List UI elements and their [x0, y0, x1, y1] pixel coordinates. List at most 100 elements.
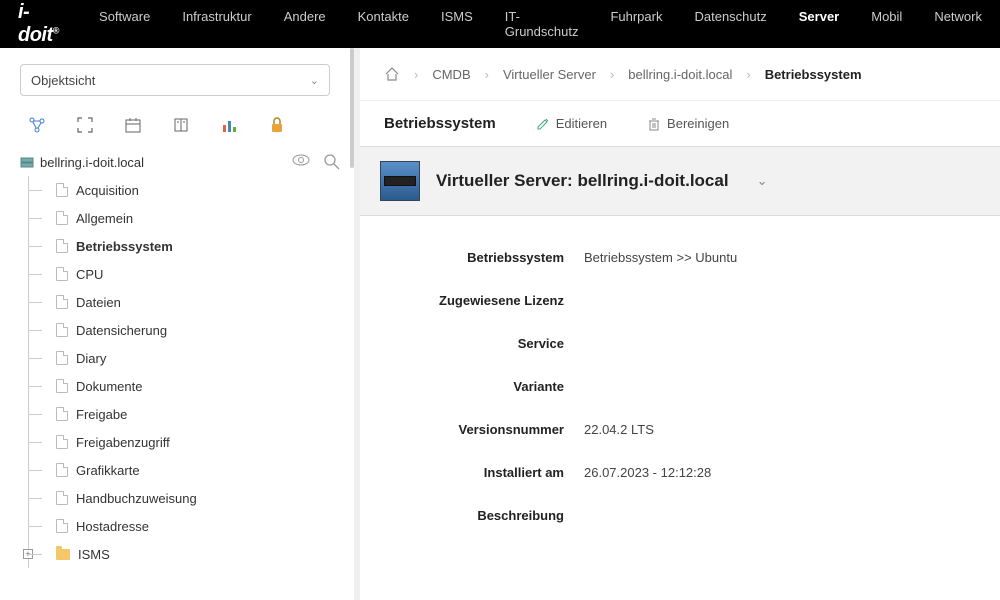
breadcrumb-item[interactable]: Betriebssystem	[765, 67, 862, 82]
edit-button[interactable]: Editieren	[536, 116, 607, 131]
calendar-icon[interactable]	[124, 116, 142, 134]
nav-item-it-grundschutz[interactable]: IT-Grundschutz	[505, 9, 579, 39]
document-icon	[56, 295, 68, 309]
document-icon	[56, 267, 68, 281]
tree-item-acquisition[interactable]: Acquisition	[28, 176, 340, 204]
tree-item-datensicherung[interactable]: Datensicherung	[28, 316, 340, 344]
nav-item-mobil[interactable]: Mobil	[871, 9, 902, 39]
nav-item-datenschutz[interactable]: Datenschutz	[694, 9, 766, 39]
object-view-label: Objektsicht	[31, 73, 95, 88]
clean-button[interactable]: Bereinigen	[647, 116, 729, 131]
document-icon	[56, 351, 68, 365]
nav-item-infrastruktur[interactable]: Infrastruktur	[182, 9, 251, 39]
scrollbar[interactable]	[350, 48, 354, 600]
tree-item-label: Handbuchzuweisung	[76, 491, 197, 506]
section-title: Betriebssystem	[384, 115, 496, 132]
sidebar-toolbar	[20, 116, 340, 134]
detail-row: Installiert am26.07.2023 - 12:12:28	[384, 451, 976, 494]
detail-label: Betriebssystem	[384, 250, 584, 265]
tree-item-label: Diary	[76, 351, 106, 366]
eye-icon[interactable]	[292, 154, 310, 170]
expander-icon[interactable]: +	[23, 549, 33, 559]
expand-icon[interactable]	[76, 116, 94, 134]
document-icon	[56, 323, 68, 337]
nav-item-isms[interactable]: ISMS	[441, 9, 473, 39]
nav-item-fuhrpark[interactable]: Fuhrpark	[610, 9, 662, 39]
tree-item-label: Grafikkarte	[76, 463, 140, 478]
detail-label: Versionsnummer	[384, 422, 584, 437]
detail-label: Service	[384, 336, 584, 351]
detail-value: Betriebssystem >> Ubuntu	[584, 250, 737, 265]
tree-item-label: CPU	[76, 267, 103, 282]
breadcrumb-separator: ›	[746, 67, 750, 82]
document-icon	[56, 519, 68, 533]
server-thumbnail-icon	[380, 161, 420, 201]
nav-item-software[interactable]: Software	[99, 9, 150, 39]
breadcrumb: › CMDB › Virtueller Server › bellring.i-doit.…	[360, 48, 1000, 100]
tree-item-label: ISMS	[78, 547, 110, 562]
nav-item-server[interactable]: Server	[799, 9, 839, 39]
breadcrumb-item[interactable]: bellring.i-doit.local	[628, 67, 732, 82]
detail-row: Service	[384, 322, 976, 365]
tree-item-freigabenzugriff[interactable]: Freigabenzugriff	[28, 428, 340, 456]
breadcrumb-separator: ›	[414, 67, 418, 82]
detail-value: 26.07.2023 - 12:12:28	[584, 465, 711, 480]
tree-item-label: Dateien	[76, 295, 121, 310]
tree-item-isms[interactable]: +ISMS	[28, 540, 340, 568]
document-icon	[56, 211, 68, 225]
tree-item-allgemein[interactable]: Allgemein	[28, 204, 340, 232]
tree-item-label: Freigabe	[76, 407, 127, 422]
breadcrumb-separator: ›	[610, 67, 614, 82]
nav-item-network[interactable]: Network	[934, 9, 982, 39]
book-icon[interactable]	[172, 116, 190, 134]
breadcrumb-separator: ›	[485, 67, 489, 82]
object-view-selector[interactable]: Objektsicht ⌄	[20, 64, 330, 96]
tree-item-label: Dokumente	[76, 379, 142, 394]
banner-title: Virtueller Server: bellring.i-doit.local	[436, 171, 729, 191]
breadcrumb-item[interactable]: CMDB	[432, 67, 470, 82]
tree-item-dokumente[interactable]: Dokumente	[28, 372, 340, 400]
detail-row: Zugewiesene Lizenz	[384, 279, 976, 322]
detail-row: Versionsnummer22.04.2 LTS	[384, 408, 976, 451]
detail-label: Variante	[384, 379, 584, 394]
chart-icon[interactable]	[220, 116, 238, 134]
tree-item-handbuchzuweisung[interactable]: Handbuchzuweisung	[28, 484, 340, 512]
object-banner: Virtueller Server: bellring.i-doit.local…	[360, 146, 1000, 216]
tree-item-label: Acquisition	[76, 183, 139, 198]
top-nav: i-doit® Software Infrastruktur Andere Konta…	[0, 0, 1000, 48]
folder-icon	[56, 549, 70, 560]
tree-item-dateien[interactable]: Dateien	[28, 288, 340, 316]
edit-label: Editieren	[556, 116, 607, 131]
clean-label: Bereinigen	[667, 116, 729, 131]
document-icon	[56, 239, 68, 253]
lock-icon[interactable]	[268, 116, 286, 134]
tree-root[interactable]: bellring.i-doit.local	[20, 154, 340, 170]
nav-item-andere[interactable]: Andere	[284, 9, 326, 39]
tree-item-diary[interactable]: Diary	[28, 344, 340, 372]
chevron-down-icon[interactable]: ⌄	[757, 173, 768, 189]
logo[interactable]: i-doit®	[18, 1, 69, 47]
tree: Acquisition Allgemein Betriebssystem CPU Dat…	[28, 176, 340, 568]
tree-item-grafikkarte[interactable]: Grafikkarte	[28, 456, 340, 484]
nav-item-kontakte[interactable]: Kontakte	[358, 9, 409, 39]
document-icon	[56, 407, 68, 421]
tree-item-hostadresse[interactable]: Hostadresse	[28, 512, 340, 540]
document-icon	[56, 463, 68, 477]
detail-row: Beschreibung	[384, 494, 976, 537]
home-icon[interactable]	[384, 66, 400, 82]
document-icon	[56, 435, 68, 449]
tree-item-betriebssystem[interactable]: Betriebssystem	[28, 232, 340, 260]
content: › CMDB › Virtueller Server › bellring.i-doit.…	[360, 48, 1000, 600]
document-icon	[56, 379, 68, 393]
section-header: Betriebssystem Editieren Bereinigen	[360, 100, 1000, 146]
tree-item-label: Allgemein	[76, 211, 133, 226]
breadcrumb-item[interactable]: Virtueller Server	[503, 67, 596, 82]
tree-item-label: Freigabenzugriff	[76, 435, 170, 450]
tree-item-label: Datensicherung	[76, 323, 167, 338]
tree-item-freigabe[interactable]: Freigabe	[28, 400, 340, 428]
tree-item-cpu[interactable]: CPU	[28, 260, 340, 288]
search-icon[interactable]	[324, 154, 340, 170]
server-icon	[20, 155, 34, 169]
detail-value: 22.04.2 LTS	[584, 422, 654, 437]
graph-icon[interactable]	[28, 116, 46, 134]
